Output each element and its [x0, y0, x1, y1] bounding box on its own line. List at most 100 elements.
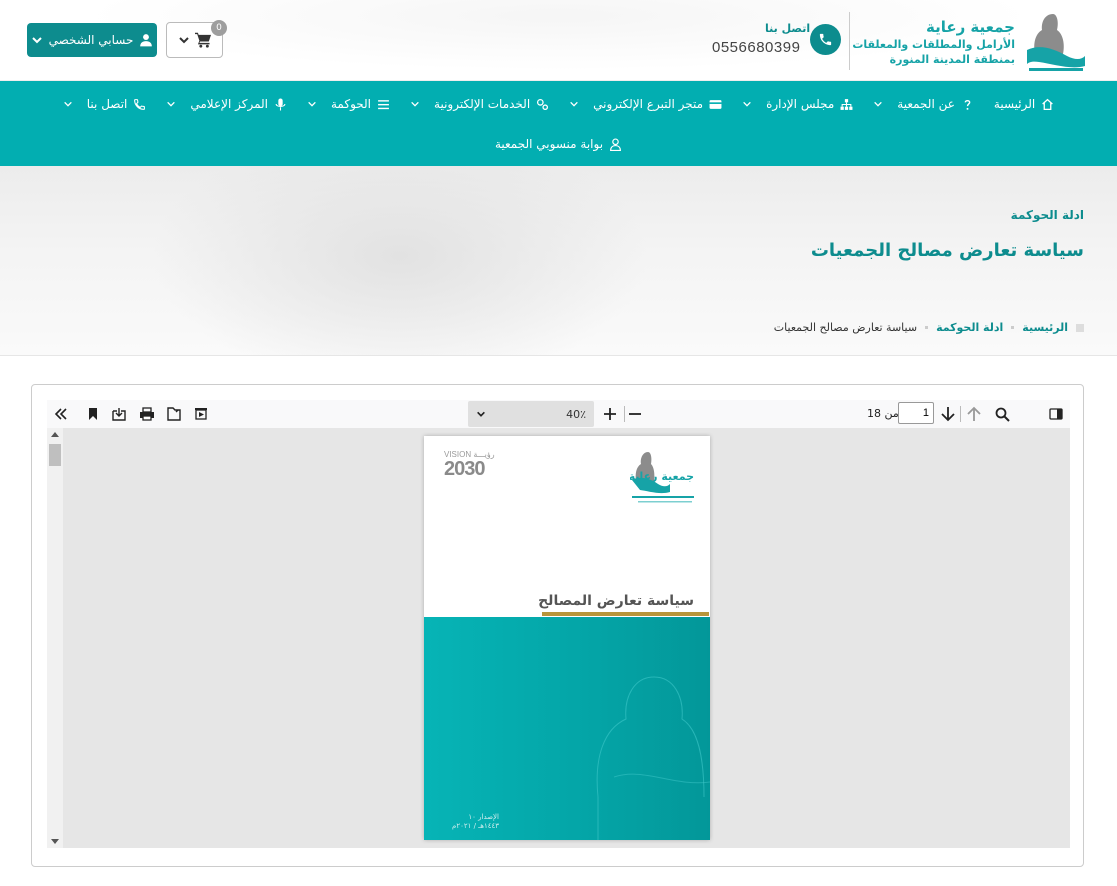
cart-icon	[194, 32, 211, 48]
zoom-value: 40٪	[566, 407, 586, 421]
page-cover-top: VISION رؤيـــة 2030 جمعية رعاية سياسة تع…	[424, 436, 710, 617]
nav-item-governance[interactable]: الحوكمة	[307, 95, 390, 113]
nav-item-home[interactable]: الرئيسية	[994, 95, 1054, 113]
account-label: حسابي الشخصي	[48, 33, 134, 47]
scroll-down-arrow-icon[interactable]	[51, 839, 59, 844]
logo-subtitle-2: بمنطقة المدينة المنورة	[889, 53, 1015, 66]
zoom-select[interactable]: 40٪	[468, 401, 594, 427]
card-icon	[709, 98, 722, 111]
breadcrumb-separator	[925, 326, 929, 329]
phone-icon[interactable]	[810, 24, 841, 55]
sitemap-icon	[840, 98, 853, 111]
chevron-down-icon	[410, 99, 420, 109]
page-hero: ادلة الحوكمة سياسة تعارض مصالح الجمعيات …	[0, 166, 1117, 356]
page-number-input[interactable]	[898, 402, 934, 424]
pdf-page-1: VISION رؤيـــة 2030 جمعية رعاية سياسة تع…	[424, 436, 710, 840]
mic-icon	[274, 98, 287, 111]
open-file-icon[interactable]	[164, 404, 184, 424]
account-button[interactable]: حسابي الشخصي	[27, 23, 157, 57]
nav-label: عن الجمعية	[897, 97, 955, 111]
nav-label: مجلس الإدارة	[766, 97, 835, 111]
chevron-down-icon	[742, 99, 752, 109]
nav-item-about[interactable]: عن الجمعية	[873, 95, 974, 113]
vision-year: 2030	[444, 458, 485, 480]
zoom-out-icon[interactable]	[625, 404, 645, 424]
vision-2030-logo: VISION رؤيـــة 2030	[444, 450, 502, 490]
nav-label: متجر التبرع الإلكتروني	[593, 97, 704, 111]
page-count-label: من 18	[867, 407, 899, 420]
list-icon	[377, 98, 390, 111]
nav-label: بوابة منسوبي الجمعية	[494, 137, 604, 151]
scroll-up-arrow-icon[interactable]	[51, 432, 59, 437]
title-gold-bar	[542, 612, 709, 616]
breadcrumb: الرئيسية ادلة الحوكمة سياسة تعارض مصالح …	[774, 321, 1084, 334]
breadcrumb-current: سياسة تعارض مصالح الجمعيات	[773, 321, 918, 334]
document-title: سياسة تعارض المصالح	[538, 593, 694, 609]
cart-count-badge: 0	[211, 20, 227, 36]
nav-item-donation-store[interactable]: متجر التبرع الإلكتروني	[569, 95, 722, 113]
site-header: جمعية رعاية الأرامل والمطلقات والمعلقات …	[0, 0, 1117, 81]
pdf-document-area[interactable]: VISION رؤيـــة 2030 جمعية رعاية سياسة تع…	[47, 428, 1070, 848]
header-divider	[849, 12, 850, 70]
download-icon[interactable]	[109, 404, 129, 424]
question-icon	[961, 98, 974, 111]
document-footer: الإصدار ١٠ ١٤٤٣هـ / ٢٠٢١م	[452, 813, 499, 831]
zoom-in-icon[interactable]	[600, 404, 620, 424]
phone-icon	[133, 98, 146, 111]
gears-icon	[536, 98, 549, 111]
logo-emblem-icon	[1027, 14, 1085, 71]
page-logo-name: جمعية رعاية	[630, 470, 694, 483]
presentation-mode-icon[interactable]	[191, 404, 211, 424]
toolbar-separator	[960, 406, 961, 422]
home-icon	[1041, 98, 1054, 111]
nav-item-staff-portal[interactable]: بوابة منسوبي الجمعية	[495, 135, 622, 153]
chevron-down-icon	[166, 99, 176, 109]
breadcrumb-separator	[1011, 326, 1015, 329]
scroll-thumb[interactable]	[49, 444, 61, 466]
site-logo[interactable]: جمعية رعاية الأرامل والمطلقات والمعلقات …	[847, 8, 1087, 74]
logo-subtitle-1: الأرامل والمطلقات والمعلقات	[852, 38, 1015, 51]
logo-title: جمعية رعاية	[925, 18, 1015, 36]
nav-row-secondary: بوابة منسوبي الجمعية	[0, 135, 1117, 153]
document-date: ١٤٤٣هـ / ٢٠٢١م	[452, 822, 499, 830]
nav-row-primary: الرئيسية عن الجمعية مجلس الإدارة متجر ال…	[0, 95, 1117, 113]
print-icon[interactable]	[137, 404, 157, 424]
pdf-toolbar: 40٪ من 18	[47, 400, 1070, 428]
chevron-down-icon	[569, 99, 579, 109]
next-page-icon[interactable]	[938, 404, 958, 424]
nav-item-e-services[interactable]: الخدمات الإلكترونية	[410, 95, 549, 113]
page-category: ادلة الحوكمة	[1010, 208, 1084, 222]
breadcrumb-home[interactable]: الرئيسية	[1022, 321, 1068, 334]
vertical-scrollbar[interactable]	[47, 428, 63, 848]
nav-item-board[interactable]: مجلس الإدارة	[742, 95, 853, 113]
tools-menu-icon[interactable]	[51, 404, 71, 424]
bookmark-icon[interactable]	[83, 404, 103, 424]
document-edition: الإصدار ١٠	[468, 813, 499, 821]
chevron-down-icon	[31, 37, 42, 44]
nav-item-media-center[interactable]: المركز الإعلامي	[166, 95, 287, 113]
chevron-down-icon	[63, 99, 73, 109]
page-cover-teal: الإصدار ١٠ ١٤٤٣هـ / ٢٠٢١م	[424, 617, 710, 840]
breadcrumb-category[interactable]: ادلة الحوكمة	[936, 321, 1003, 334]
chevron-down-icon	[477, 411, 485, 417]
nav-label: اتصل بنا	[86, 97, 128, 111]
chevron-down-icon	[178, 37, 189, 44]
contact-phone[interactable]: 0556680399	[712, 39, 800, 56]
nav-label: المركز الإعلامي	[190, 97, 268, 111]
breadcrumb-home-marker	[1076, 323, 1084, 332]
chevron-down-icon	[307, 99, 317, 109]
nav-label: الرئيسية	[993, 97, 1036, 111]
page-title: سياسة تعارض مصالح الجمعيات	[810, 240, 1084, 261]
sidebar-toggle-icon[interactable]	[1046, 404, 1066, 424]
user-icon	[609, 137, 622, 151]
woman-silhouette-icon	[596, 676, 710, 840]
contact-label: اتصل بنا	[765, 22, 811, 35]
previous-page-icon[interactable]	[964, 404, 984, 424]
nav-item-contact[interactable]: اتصل بنا	[63, 95, 147, 113]
search-icon[interactable]	[992, 404, 1012, 424]
nav-label: الخدمات الإلكترونية	[434, 97, 531, 111]
nav-label: الحوكمة	[331, 97, 372, 111]
chevron-down-icon	[873, 99, 883, 109]
user-icon	[140, 34, 153, 47]
main-nav: الرئيسية عن الجمعية مجلس الإدارة متجر ال…	[0, 81, 1117, 166]
